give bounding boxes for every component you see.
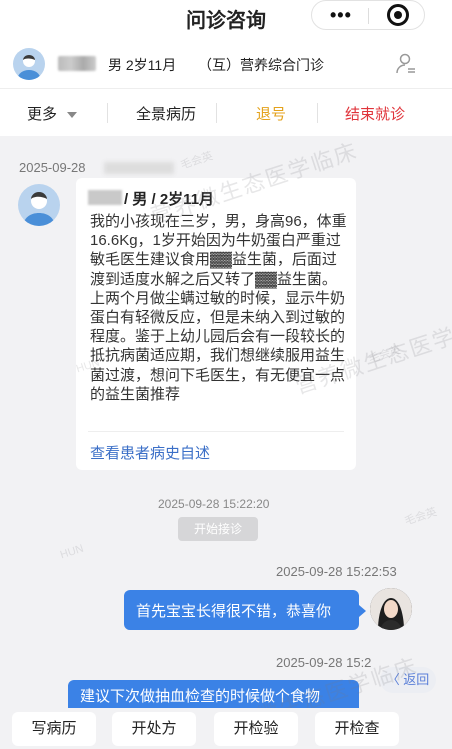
- patient-info-bar: 男 2岁11月 （互）营养综合门诊: [0, 40, 452, 88]
- more-menu-label: 更多: [27, 106, 58, 123]
- message-text: 建议下次做抽血检查的时候做个食物: [80, 688, 321, 705]
- doctor-message-bubble: 建议下次做抽血检查的时候做个食物: [68, 680, 359, 708]
- prescribe-button[interactable]: 开处方: [112, 712, 196, 746]
- divider: [317, 103, 318, 123]
- bubble-tail: [359, 605, 366, 617]
- patient-name-redacted: [88, 190, 122, 205]
- message-text: 首先宝宝长得很不错，恭喜你: [136, 603, 332, 620]
- action-bar: 更多 全景病历 退号 结束就诊: [0, 88, 452, 136]
- message-timestamp: 2025-09-28: [19, 160, 86, 175]
- card-header: / 男 / 2岁11月: [124, 191, 215, 208]
- patient-gender-age: 男 2岁11月: [108, 57, 177, 73]
- full-record-button[interactable]: 全景病历: [136, 103, 196, 124]
- message-timestamp: 2025-09-28 15:22:53: [276, 564, 397, 579]
- divider: [107, 103, 108, 123]
- patient-profile-icon[interactable]: [396, 53, 416, 75]
- message-timestamp: 2025-09-28 15:2: [276, 655, 372, 670]
- chat-area[interactable]: 2025-09-28 / 男 / 2岁11月 我的小孩现在三岁，男，身高96，体…: [0, 136, 452, 744]
- doctor-avatar: [370, 588, 412, 630]
- patient-name-redacted: [58, 56, 96, 71]
- watermark: HUN: [58, 542, 86, 562]
- timestamp-redacted: [104, 162, 174, 174]
- capsule-divider: [368, 8, 369, 24]
- mini-program-capsule: •••: [311, 0, 425, 30]
- divider: [216, 103, 217, 123]
- view-history-link[interactable]: 查看患者病史自述: [90, 442, 210, 463]
- more-menu[interactable]: 更多: [27, 103, 78, 124]
- watermark: 毛会英: [179, 150, 215, 172]
- watermark: 毛会英: [403, 506, 439, 528]
- doctor-message-bubble: 首先宝宝长得很不错，恭喜你: [124, 590, 359, 630]
- more-dots-icon[interactable]: •••: [330, 6, 352, 24]
- patient-question-card: / 男 / 2岁11月 我的小孩现在三岁，男，身高96，体重16.6Kg，1岁开…: [76, 178, 356, 470]
- patient-avatar: [13, 48, 45, 80]
- divider: [88, 431, 344, 432]
- end-consultation-button[interactable]: 结束就诊: [345, 103, 405, 124]
- write-record-button[interactable]: 写病历: [12, 712, 96, 746]
- clinic-name: （互）营养综合门诊: [198, 57, 324, 73]
- patient-chat-avatar: [18, 184, 60, 226]
- lab-test-button[interactable]: 开检验: [214, 712, 298, 746]
- chevron-down-icon: [67, 112, 78, 119]
- back-button[interactable]: 〈 返回: [380, 667, 436, 693]
- cancel-registration-button[interactable]: 退号: [256, 103, 286, 124]
- system-timestamp: 2025-09-28 15:22:20: [158, 497, 270, 511]
- watermark: 毛会英: [367, 344, 403, 366]
- title-bar: 问诊咨询 •••: [0, 0, 452, 40]
- question-text: 我的小孩现在三岁，男，身高96，体重16.6Kg，1岁开始因为牛奶蛋白严重过敏毛…: [90, 213, 347, 403]
- examination-button[interactable]: 开检查: [315, 712, 399, 746]
- close-target-icon[interactable]: [387, 4, 409, 26]
- start-consultation-badge: 开始接诊: [178, 517, 258, 541]
- bottom-toolbar: 写病历 开处方 开检验 开检查: [0, 708, 452, 749]
